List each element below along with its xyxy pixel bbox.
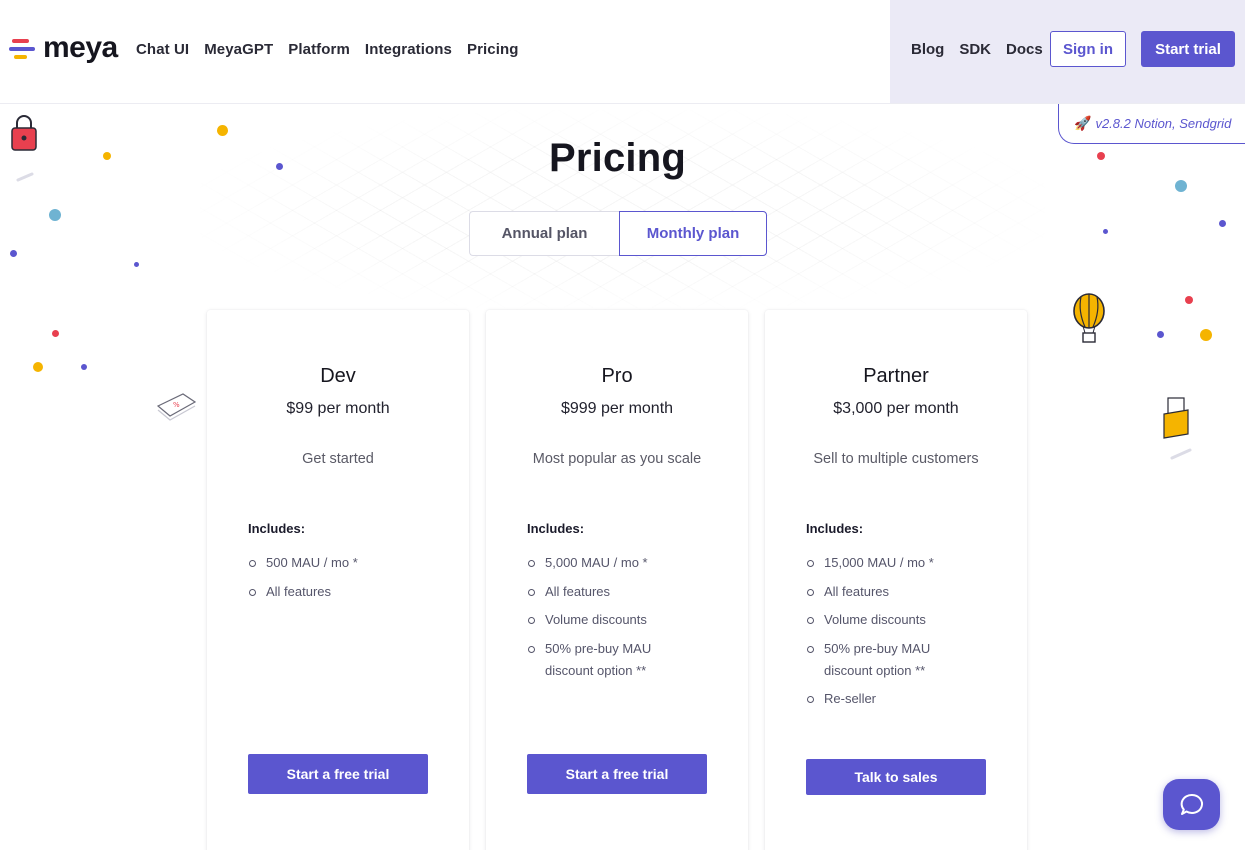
confetti-dot (1219, 220, 1226, 227)
includes-label: Includes: (248, 521, 306, 536)
annual-plan-tab[interactable]: Annual plan (469, 211, 619, 256)
logo[interactable]: meya (9, 31, 118, 64)
plan-name: Pro (601, 365, 633, 387)
includes-label: Includes: (527, 521, 585, 536)
chat-launcher-button[interactable] (1163, 779, 1220, 830)
nav-link-docs[interactable]: Docs (1006, 41, 1043, 58)
monthly-plan-tab[interactable]: Monthly plan (619, 211, 767, 256)
feature-list: 500 MAU / mo * All features (248, 552, 448, 609)
nav-link-blog[interactable]: Blog (911, 41, 944, 58)
talk-to-sales-button[interactable]: Talk to sales (806, 759, 986, 795)
nav-link-platform[interactable]: Platform (288, 41, 350, 58)
plan-price: $999 per month (560, 400, 674, 417)
feature-item: Volume discounts (527, 609, 677, 631)
feature-list: 5,000 MAU / mo * All features Volume dis… (527, 552, 677, 688)
hot-air-balloon-icon (1073, 293, 1105, 343)
confetti-dot (10, 250, 17, 257)
confetti-dot (1175, 180, 1187, 192)
page-title: Pricing (549, 136, 686, 180)
site-header: meya Chat UI MeyaGPT Platform Integratio… (0, 0, 1245, 104)
confetti-dot (1200, 329, 1212, 341)
includes-label: Includes: (806, 521, 864, 536)
plan-name: Partner (863, 365, 929, 387)
feature-item: 15,000 MAU / mo * (806, 552, 956, 574)
confetti-dot (217, 125, 228, 136)
feature-item: Volume discounts (806, 609, 956, 631)
logo-text: meya (43, 31, 118, 64)
nav-link-chat-ui[interactable]: Chat UI (136, 41, 189, 58)
secondary-nav: Blog SDK Docs (911, 41, 1058, 58)
confetti-dot (49, 209, 61, 221)
feature-item: All features (527, 581, 677, 603)
nav-link-pricing[interactable]: Pricing (467, 41, 519, 58)
plan-price: $99 per month (286, 400, 390, 417)
meya-logo-icon (9, 36, 35, 64)
plan-tagline: Get started (302, 451, 374, 467)
pricing-card-pro: Pro $999 per month Most popular as you s… (486, 310, 748, 850)
plan-name: Dev (320, 365, 356, 387)
start-free-trial-button[interactable]: Start a free trial (527, 754, 707, 794)
version-banner-text: v2.8.2 Notion, Sendgrid (1095, 116, 1232, 131)
nav-link-meyagpt[interactable]: MeyaGPT (204, 41, 273, 58)
pricing-card-dev: Dev $99 per month Get started Includes: … (207, 310, 469, 850)
svg-text:%: % (173, 401, 180, 409)
folder-document-icon (1163, 397, 1192, 460)
confetti-dot (1103, 229, 1108, 234)
feature-item: All features (248, 581, 448, 603)
billing-plan-toggle: Annual plan Monthly plan (469, 211, 767, 256)
pricing-card-partner: Partner $3,000 per month Sell to multipl… (765, 310, 1027, 850)
confetti-dot (1157, 331, 1164, 338)
nav-link-sdk[interactable]: SDK (959, 41, 991, 58)
chat-bubble-icon (1180, 793, 1203, 815)
plan-tagline: Sell to multiple customers (813, 451, 979, 467)
confetti-dot (81, 364, 87, 370)
feature-item: 50% pre-buy MAU discount option ** (527, 638, 677, 682)
confetti-dot (1185, 296, 1193, 304)
confetti-dot (52, 330, 59, 337)
sign-in-button[interactable]: Sign in (1050, 31, 1126, 67)
plan-tagline: Most popular as you scale (532, 451, 702, 467)
feature-item: Re-seller (806, 688, 956, 710)
plan-price: $3,000 per month (833, 400, 959, 417)
coupon-ticket-icon: % (156, 393, 197, 421)
confetti-dot (134, 262, 139, 267)
confetti-dot (33, 362, 43, 372)
feature-item: All features (806, 581, 956, 603)
start-free-trial-button[interactable]: Start a free trial (248, 754, 428, 794)
rocket-icon: 🚀 (1074, 115, 1092, 131)
primary-nav: Chat UI MeyaGPT Platform Integrations Pr… (136, 41, 534, 58)
nav-link-integrations[interactable]: Integrations (365, 41, 452, 58)
feature-item: 5,000 MAU / mo * (527, 552, 677, 574)
feature-item: 50% pre-buy MAU discount option ** (806, 638, 956, 682)
feature-item: 500 MAU / mo * (248, 552, 448, 574)
start-trial-button[interactable]: Start trial (1141, 31, 1235, 67)
feature-list: 15,000 MAU / mo * All features Volume di… (806, 552, 956, 717)
